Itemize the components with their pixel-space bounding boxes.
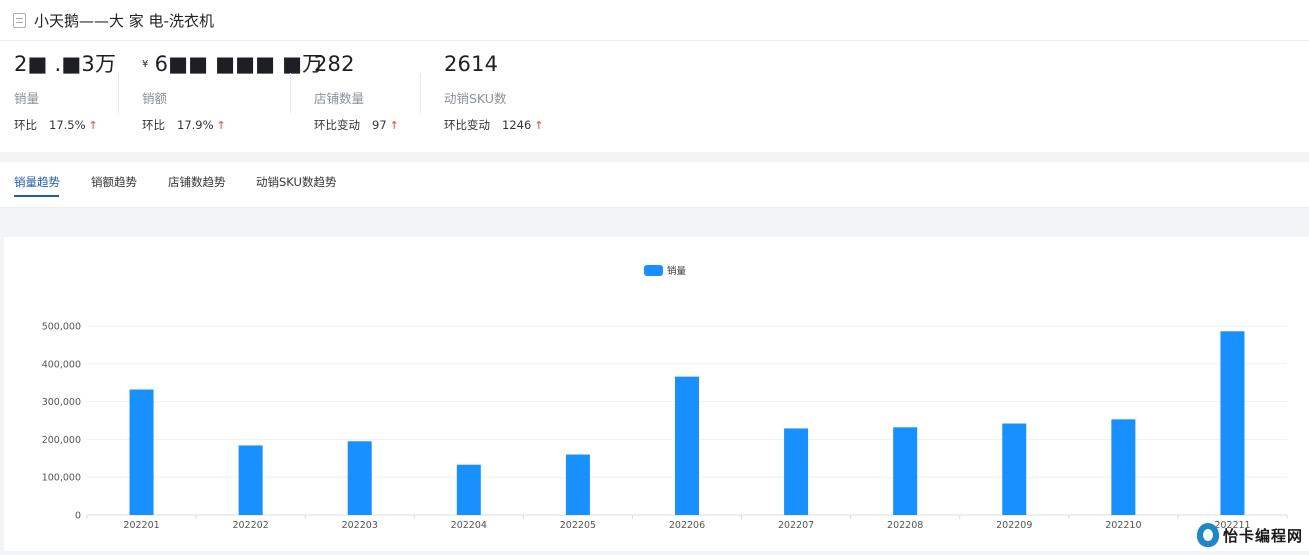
arrow-up-icon: ↑ [217,119,226,132]
stat-change: 环比变动 97↑ [314,117,399,133]
tab-active-sku-trend[interactable]: 动销SKU数趋势 [256,174,336,190]
change-label: 环比变动 [314,118,360,132]
bar[interactable] [457,465,481,515]
y-tick-label: 500,000 [42,322,81,333]
document-icon [13,13,26,28]
arrow-up-icon: ↑ [390,119,399,132]
bar[interactable] [1002,424,1026,515]
change-value: 17.5% [49,118,86,132]
watermark: 怡卡编程网 [1197,523,1303,547]
x-tick-label: 202207 [778,520,814,531]
stat-value: 2614 [444,49,544,79]
stat-value: 2■ .■3万 [14,49,116,79]
stats-row: 2■ .■3万 销量 环比17.5%↑ ¥6■■ ■■■ ■万 销额 环比17.… [0,41,1309,151]
y-tick-label: 100,000 [42,473,81,484]
bar[interactable] [1220,331,1244,515]
x-tick-label: 202208 [887,520,923,531]
x-tick-label: 202202 [233,520,269,531]
divider [290,73,291,113]
x-tick-label: 202209 [996,520,1032,531]
bar-chart: 销量 0100,000200,000300,000400,000500,000 … [4,237,1309,551]
active-tab-indicator [14,195,59,197]
x-tick-label: 202206 [669,520,705,531]
arrow-up-icon: ↑ [89,119,98,132]
stat-value: ¥6■■ ■■■ ■万 [142,49,323,79]
bar[interactable] [348,441,372,515]
watermark-logo-icon [1197,523,1219,547]
y-tick-label: 400,000 [42,359,81,370]
y-tick-label: 0 [75,511,81,522]
page-title: 小天鹅——大 家 电-洗衣机 [34,10,214,31]
stat-value-text: 2614 [444,52,498,76]
change-label: 环比 [14,118,37,132]
tab-sales-amount-trend[interactable]: 销额趋势 [91,174,137,190]
change-value: 1246 [502,118,531,132]
stat-active-sku: 2614 动销SKU数 环比变动 1246↑ [444,49,544,133]
stat-value-text: 282 [314,52,355,76]
stat-change: 环比 17.9%↑ [142,117,323,133]
legend-swatch [644,265,663,276]
stat-value-text: 6■■ ■■■ ■万 [155,52,324,76]
x-tick-label: 202205 [560,520,596,531]
x-axis: 202201 202202 202203 202204 202205 202206 2022… [87,515,1287,531]
stat-change: 环比 17.5%↑ [14,117,116,133]
y-tick-label: 300,000 [42,397,81,408]
y-tick-label: 200,000 [42,435,81,446]
chart-legend[interactable]: 销量 [644,265,687,277]
stat-label: 动销SKU数 [444,88,544,107]
change-label: 环比 [142,118,165,132]
x-tick-label: 202210 [1105,520,1141,531]
x-tick-label: 202204 [451,520,487,531]
stat-sales-amount: ¥6■■ ■■■ ■万 销额 环比 17.9%↑ [142,49,323,133]
trend-tabs: 销量趋势 销额趋势 店铺数趋势 动销SKU数趋势 [0,162,1309,208]
legend-label: 销量 [667,265,687,277]
x-tick-label: 202203 [342,520,378,531]
stat-store-count: 282 店铺数量 环比变动 97↑ [314,49,399,133]
stat-label: 销额 [142,88,323,107]
title-bar: 小天鹅——大 家 电-洗衣机 [0,0,1309,41]
bar[interactable] [130,390,154,515]
currency-symbol: ¥ [142,59,149,70]
bar[interactable] [239,445,263,515]
chart-panel: 销量 0100,000200,000300,000400,000500,000 … [4,237,1309,551]
bar[interactable] [566,455,590,515]
arrow-up-icon: ↑ [534,119,543,132]
bar[interactable] [893,427,917,515]
stat-value: 282 [314,49,399,79]
bar[interactable] [784,428,808,515]
stat-change: 环比变动 1246↑ [444,117,544,133]
change-label: 环比变动 [444,118,490,132]
stat-label: 店铺数量 [314,88,399,107]
divider [420,73,421,113]
stat-label: 销量 [14,88,116,107]
divider [118,73,119,113]
stat-value-text: 2■ .■3万 [14,52,116,76]
bar[interactable] [1111,419,1135,515]
change-value: 17.9% [177,118,214,132]
summary-card: 小天鹅——大 家 电-洗衣机 2■ .■3万 销量 环比17.5%↑ ¥6■■ … [0,0,1309,152]
bar[interactable] [675,377,699,515]
tab-store-count-trend[interactable]: 店铺数趋势 [168,174,226,190]
x-tick-label: 202201 [123,520,159,531]
change-value: 97 [372,118,387,132]
tab-sales-volume-trend[interactable]: 销量趋势 [14,174,60,190]
bar-series [130,331,1245,515]
watermark-text: 怡卡编程网 [1223,525,1303,546]
y-axis: 0 100,000 200,000 300,000 400,000 500,000 [42,322,81,522]
stat-sales-volume: 2■ .■3万 销量 环比 17.5%↑ [14,49,116,133]
